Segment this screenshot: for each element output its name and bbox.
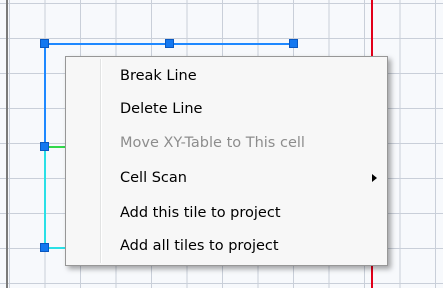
menu-item-label: Add this tile to project [120,204,281,221]
line-vertex-handle[interactable] [289,39,298,48]
menu-item-label: Cell Scan [120,169,187,186]
line-vertex-handle[interactable] [165,39,174,48]
selected-line-left-lower-segment[interactable] [44,147,46,248]
line-vertex-handle[interactable] [40,142,49,151]
selected-line-bottom-segment[interactable] [46,247,66,249]
menu-item-cell-scan[interactable]: Cell Scan [68,163,385,192]
menu-item-label: Move XY-Table to This cell [120,134,305,151]
menu-item-label: Break Line [120,67,197,84]
line-vertex-handle[interactable] [40,39,49,48]
menu-item-label: Add all tiles to project [120,237,279,254]
line-vertex-handle[interactable] [40,243,49,252]
menu-item-delete-line[interactable]: Delete Line [68,94,385,123]
menu-item-move-xy-table: Move XY-Table to This cell [68,128,385,157]
selected-line-mid-segment[interactable] [46,146,66,148]
menu-item-label: Delete Line [120,100,203,117]
menu-item-add-all-tiles[interactable]: Add all tiles to project [68,231,385,260]
selected-line-left-segment[interactable] [44,44,46,146]
menu-item-add-this-tile[interactable]: Add this tile to project [68,198,385,227]
submenu-arrow-icon [372,173,377,182]
context-menu: Break Line Delete Line Move XY-Table to … [65,56,388,266]
menu-item-break-line[interactable]: Break Line [68,61,385,90]
